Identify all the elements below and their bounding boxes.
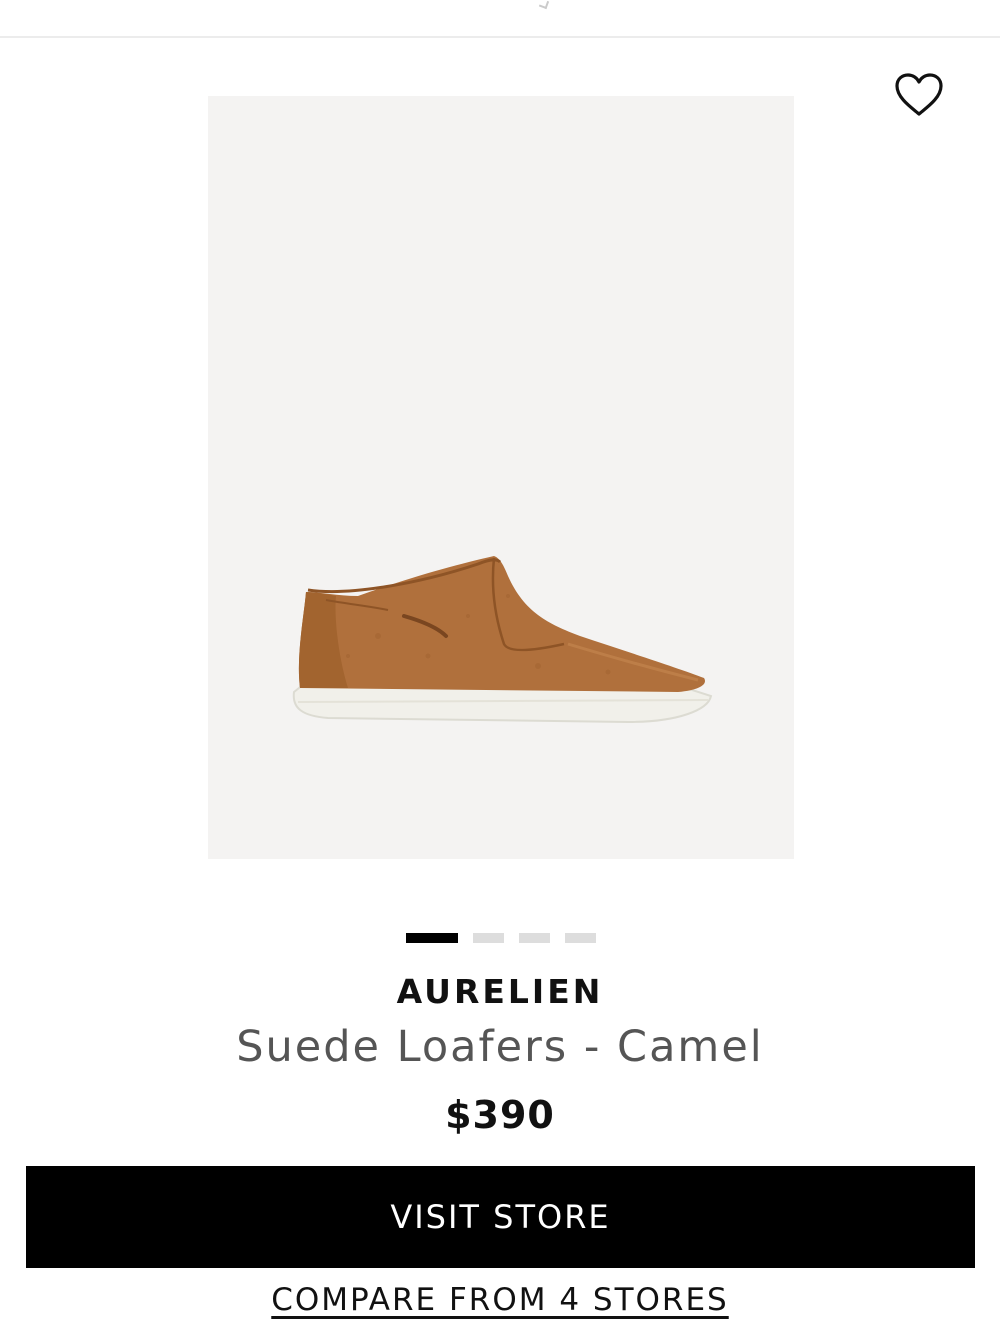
compare-stores-link[interactable]: COMPARE FROM 4 STORES: [271, 1282, 728, 1318]
product-title: Suede Loafers - Camel: [236, 1022, 764, 1072]
brand-name: AURELIEN: [396, 972, 604, 1011]
top-bar: [0, 0, 1000, 38]
carousel-dot-3[interactable]: [519, 932, 550, 943]
compare-stores: COMPARE FROM 4 STORES: [0, 1282, 1000, 1318]
carousel-dot-2[interactable]: [473, 932, 504, 943]
heart-icon: [895, 73, 943, 116]
wishlist-button[interactable]: [892, 70, 946, 120]
carousel-dot-4[interactable]: [565, 932, 596, 943]
loafer-illustration: [292, 556, 713, 724]
carousel-dot-1[interactable]: [406, 932, 458, 943]
visit-store-button[interactable]: VISIT STORE: [26, 1166, 975, 1268]
product-price: $390: [445, 1093, 555, 1137]
top-bar-fragment: [538, 0, 550, 10]
carousel-indicator: [406, 932, 596, 943]
product-image[interactable]: [208, 96, 794, 859]
